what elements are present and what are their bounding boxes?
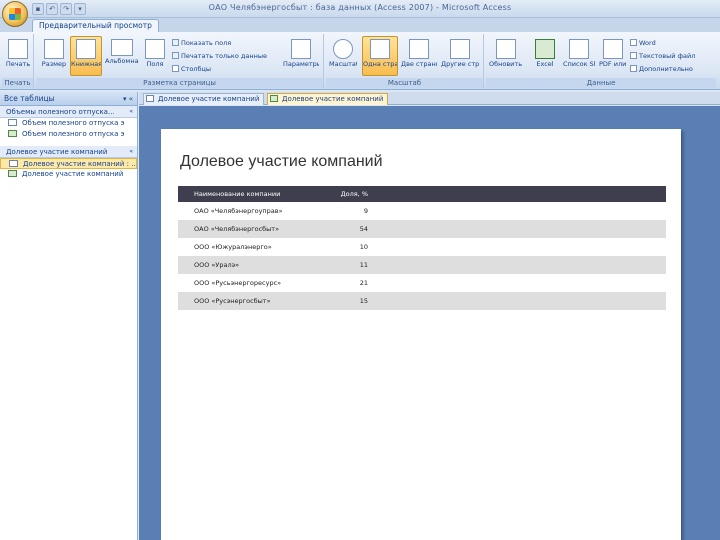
sharepoint-export-button[interactable]: Список SharePoint (562, 36, 596, 76)
two-pages-icon (409, 39, 429, 59)
table-icon (9, 160, 18, 167)
print-group-label: Печать (2, 78, 33, 88)
report-icon (270, 95, 278, 102)
report-table-header: Наименование компании Доля, % (178, 186, 666, 202)
columns-icon (172, 65, 179, 72)
pdf-xps-export-button[interactable]: PDF или XPS (598, 36, 628, 76)
data-group-label: Данные (486, 78, 716, 88)
word-icon (630, 39, 637, 46)
report-icon (8, 130, 17, 137)
landscape-icon (111, 39, 133, 56)
portrait-button[interactable]: Книжная (70, 36, 102, 76)
column-header-share: Доля, % (340, 190, 368, 198)
collapse-icon: « (129, 148, 133, 155)
checkbox-icon (172, 52, 179, 59)
page-setup-icon (291, 39, 311, 59)
print-margins-checkbox[interactable]: Показать поля (172, 38, 231, 48)
data-group: Обновить все Excel Список SharePoint PDF… (486, 34, 716, 88)
table-row: ООО «Русьэнергоресурс» 21 (194, 279, 368, 287)
text-file-export-button[interactable]: Текстовый файл (630, 51, 695, 61)
margins-icon (145, 39, 165, 59)
printer-icon (8, 39, 28, 59)
table-icon (8, 119, 17, 126)
table-row: ООО «Южуралэнерго» 10 (194, 243, 368, 251)
navigation-pane: Все таблицы ▾ « Объемы полезного отпуска… (0, 92, 138, 540)
table-row: ООО «Уралэ» 11 (178, 256, 666, 274)
landscape-button[interactable]: Альбомная (104, 36, 140, 76)
zoom-button[interactable]: Масштаб (328, 36, 358, 76)
pdf-icon (603, 39, 623, 59)
ribbon-tab-strip: Предварительный просмотр (0, 18, 720, 32)
page-setup-button[interactable]: Параметры страницы (282, 36, 320, 76)
more-pages-button[interactable]: Другие страницы (440, 36, 480, 76)
sharepoint-icon (569, 39, 589, 59)
nav-pane-controls[interactable]: ▾ « (123, 92, 133, 106)
column-header-company: Наименование компании (194, 190, 281, 198)
magnifier-icon (333, 39, 353, 59)
window-title: ОАО Челябэнергосбыт : база данных (Acces… (208, 3, 512, 12)
report-title: Долевое участие компаний (180, 153, 383, 170)
report-table: Наименование компании Доля, % ОАО «Челяб… (178, 186, 666, 310)
print-data-only-checkbox[interactable]: Печатать только данные (172, 51, 267, 61)
margins-button[interactable]: Поля (142, 36, 168, 76)
zoom-group-label: Масштаб (326, 78, 483, 88)
table-icon (146, 95, 154, 102)
nav-item-volumes-report[interactable]: Объем полезного отпуска э (0, 129, 137, 140)
one-page-icon (370, 39, 390, 59)
report-icon (8, 170, 17, 177)
zoom-group: Масштаб Одна страница Две страницы Други… (326, 34, 484, 88)
page-size-icon (44, 39, 64, 59)
columns-button[interactable]: Столбцы (172, 64, 211, 74)
nav-item-shares-report[interactable]: Долевое участие компаний (0, 169, 137, 180)
more-icon (630, 65, 637, 72)
doc-tab-report[interactable]: Долевое участие компаний (267, 93, 389, 105)
more-pages-icon (450, 39, 470, 59)
ribbon: Печать Печать Размер Книжная Альбомная П… (0, 32, 720, 90)
page-layout-group: Размер Книжная Альбомная Поля Показать п… (36, 34, 324, 88)
doc-tab-table[interactable]: Долевое участие компаний (143, 93, 265, 105)
print-group: Печать Печать (2, 34, 34, 88)
print-preview-area[interactable]: Долевое участие компаний Наименование ко… (139, 106, 720, 540)
two-pages-button[interactable]: Две страницы (400, 36, 438, 76)
portrait-icon (76, 39, 96, 59)
nav-category-volumes[interactable]: Объемы полезного отпуска... « (0, 106, 137, 118)
nav-category-shares[interactable]: Долевое участие компаний « (0, 146, 137, 158)
collapse-icon: « (129, 108, 133, 115)
office-logo-icon (9, 8, 21, 20)
excel-icon (535, 39, 555, 59)
nav-item-volumes-table[interactable]: Объем полезного отпуска э (0, 118, 137, 129)
title-bar: ▪ ↶ ↷ ▾ ОАО Челябэнергосбыт : база данны… (0, 0, 720, 27)
nav-item-shares-table[interactable]: Долевое участие компаний : ... (0, 158, 137, 169)
table-row: ОАО «Челябэнергосбыт» 54 (178, 220, 666, 238)
size-button[interactable]: Размер (38, 36, 70, 76)
text-file-icon (630, 52, 637, 59)
table-row: ООО «Русэнергосбыт» 15 (178, 292, 666, 310)
table-row: ОАО «Челябэнергоуправ» 9 (194, 207, 368, 215)
excel-export-button[interactable]: Excel (530, 36, 560, 76)
checkbox-icon (172, 39, 179, 46)
refresh-icon (496, 39, 516, 59)
one-page-button[interactable]: Одна страница (362, 36, 398, 76)
more-export-button[interactable]: Дополнительно (630, 64, 693, 74)
refresh-all-button[interactable]: Обновить все (488, 36, 524, 76)
tab-print-preview[interactable]: Предварительный просмотр (32, 19, 159, 32)
page-layout-group-label: Разметка страницы (36, 78, 323, 88)
document-tabs: Долевое участие компаний Долевое участие… (139, 92, 720, 105)
word-export-button[interactable]: Word (630, 38, 656, 48)
report-page: Долевое участие компаний Наименование ко… (161, 129, 681, 540)
print-button[interactable]: Печать (2, 36, 34, 76)
nav-pane-header[interactable]: Все таблицы ▾ « (0, 92, 137, 106)
office-button[interactable] (2, 1, 28, 27)
